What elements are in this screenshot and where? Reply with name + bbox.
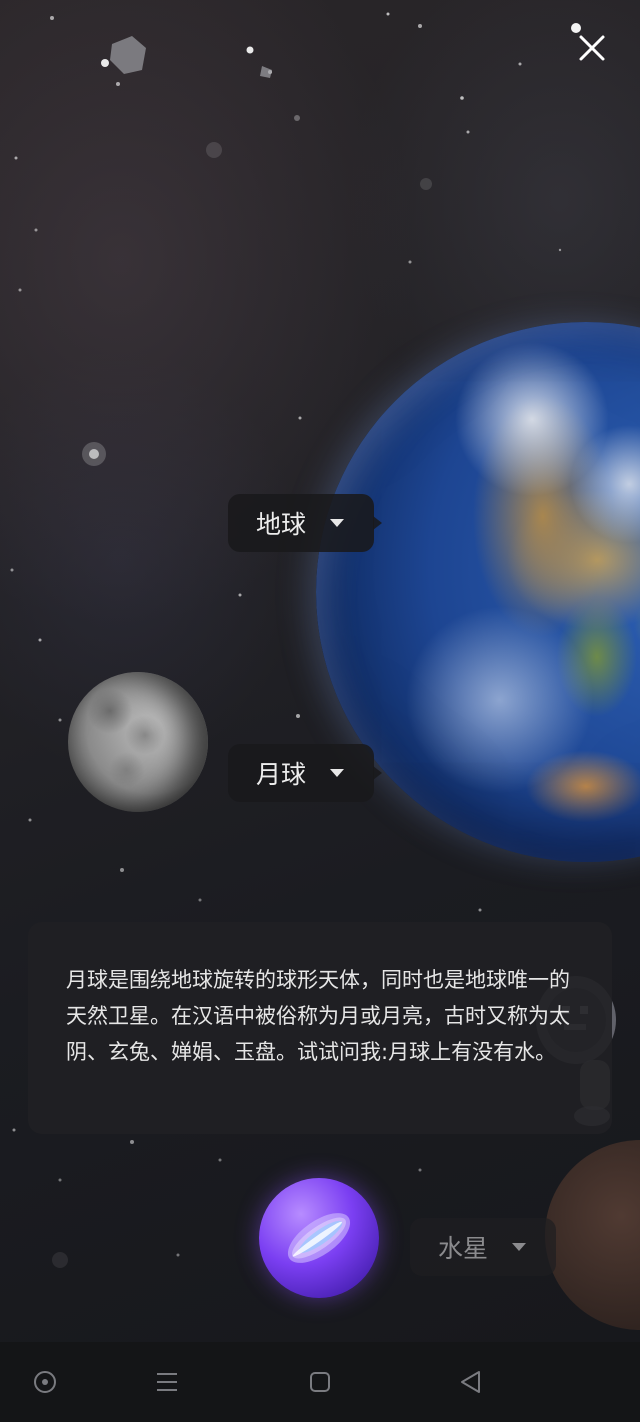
info-card: 月球是围绕地球旋转的球形天体，同时也是地球唯一的天然卫星。在汉语中被俗称为月或月… (28, 922, 612, 1134)
square-icon (310, 1372, 330, 1392)
space-scene (0, 0, 640, 1342)
caret-down-icon (330, 769, 345, 777)
label-moon[interactable]: 月球 (228, 744, 382, 802)
triangle-back-icon (461, 1371, 480, 1393)
assistant-orb-icon (287, 1213, 351, 1263)
caret-down-icon (330, 519, 345, 527)
nav-menu-button[interactable] (151, 1366, 183, 1398)
nav-home-button[interactable] (29, 1366, 61, 1398)
label-moon-text: 月球 (256, 760, 307, 789)
caret-down-icon (512, 1243, 527, 1251)
nav-recent-button[interactable] (304, 1366, 336, 1398)
label-mercury-text: 水星 (438, 1234, 489, 1263)
system-navigation-bar (0, 1342, 640, 1422)
label-mercury[interactable]: 水星 (410, 1218, 556, 1276)
nav-back-button[interactable] (455, 1366, 487, 1398)
label-earth[interactable]: 地球 (228, 494, 382, 552)
moon-planet[interactable] (68, 672, 208, 812)
circle-dot-icon (34, 1371, 56, 1393)
label-earth-text: 地球 (256, 510, 307, 539)
close-button[interactable] (572, 28, 612, 68)
info-card-text: 月球是围绕地球旋转的球形天体，同时也是地球唯一的天然卫星。在汉语中被俗称为月或月… (66, 968, 570, 1064)
close-icon (579, 35, 605, 61)
voice-assistant-button[interactable] (259, 1178, 379, 1298)
menu-icon (157, 1373, 177, 1391)
